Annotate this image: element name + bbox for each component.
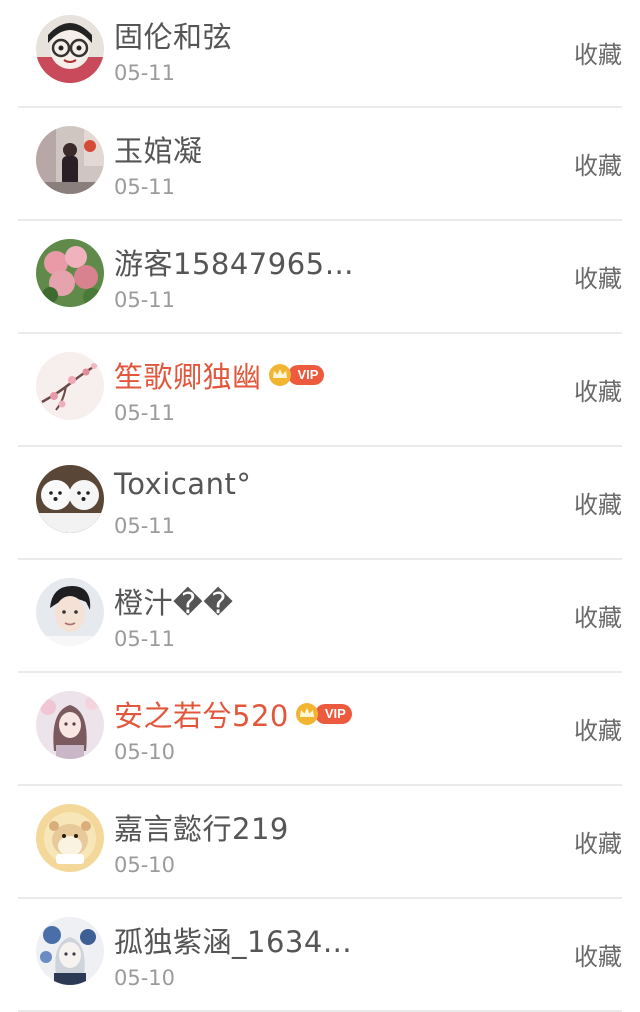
name-line: 橙汁�� xyxy=(114,580,233,622)
favorite-button[interactable]: 收藏 xyxy=(574,35,622,70)
avatar[interactable] xyxy=(36,917,104,985)
date-label: 05-10 xyxy=(114,966,176,990)
user-name[interactable]: 玉婠凝 xyxy=(114,128,203,170)
list-item: 玉婠凝 05-11 收藏 xyxy=(18,108,622,221)
list-item: 游客15847965… 05-11 收藏 xyxy=(18,221,622,334)
list-item: 橙汁�� 05-11 收藏 xyxy=(18,560,622,673)
name-line: 玉婠凝 xyxy=(114,128,203,170)
date-label: 05-11 xyxy=(114,401,176,425)
avatar-white-dogs-icon xyxy=(36,465,104,533)
avatar-hamster-icon xyxy=(36,804,104,872)
list-item: 笙歌卿独幽 VIP 05-11 收藏 xyxy=(18,334,622,447)
name-line: 固伦和弦 xyxy=(114,14,232,56)
list-item: 固伦和弦 05-11 收藏 xyxy=(18,0,622,108)
vip-badge: VIP xyxy=(266,363,325,387)
avatar-anime-flowers-icon xyxy=(36,917,104,985)
avatar-flowers-icon xyxy=(36,239,104,307)
favorite-button[interactable]: 收藏 xyxy=(574,824,622,859)
favorite-button[interactable]: 收藏 xyxy=(574,711,622,746)
avatar-boy-portrait-icon xyxy=(36,578,104,646)
list-item: 嘉言懿行219 05-10 收藏 xyxy=(18,786,622,899)
favorite-button[interactable]: 收藏 xyxy=(574,485,622,520)
user-name[interactable]: 孤独紫涵_1634… xyxy=(114,919,352,961)
avatar[interactable] xyxy=(36,352,104,420)
list-item: 孤独紫涵_1634… 05-10 收藏 xyxy=(18,899,622,1012)
avatar[interactable] xyxy=(36,804,104,872)
avatar[interactable] xyxy=(36,239,104,307)
user-name[interactable]: 嘉言懿行219 xyxy=(114,806,289,848)
avatar[interactable] xyxy=(36,126,104,194)
avatar[interactable] xyxy=(36,691,104,759)
list-item: 安之若兮520 VIP 05-10 收藏 xyxy=(18,673,622,786)
favorite-button[interactable]: 收藏 xyxy=(574,146,622,181)
name-line: 游客15847965… xyxy=(114,241,354,283)
user-name[interactable]: 固伦和弦 xyxy=(114,14,232,56)
favorite-button[interactable]: 收藏 xyxy=(574,598,622,633)
user-name[interactable]: 橙汁�� xyxy=(114,580,233,622)
name-line: 嘉言懿行219 xyxy=(114,806,289,848)
avatar[interactable] xyxy=(36,578,104,646)
user-name[interactable]: Toxicant° xyxy=(114,467,251,501)
name-line: 安之若兮520 VIP xyxy=(114,693,352,735)
avatar-anime-girl-icon xyxy=(36,691,104,759)
date-label: 05-11 xyxy=(114,61,176,85)
date-label: 05-10 xyxy=(114,853,176,877)
crown-icon xyxy=(295,703,318,725)
user-name[interactable]: 游客15847965… xyxy=(114,241,354,283)
name-line: Toxicant° xyxy=(114,467,251,501)
crown-icon xyxy=(268,364,291,386)
favorite-button[interactable]: 收藏 xyxy=(574,372,622,407)
avatar-cartoon-glasses-icon xyxy=(36,15,104,83)
avatar-plum-blossom-icon xyxy=(36,352,104,420)
name-line: 笙歌卿独幽 VIP xyxy=(114,354,325,396)
user-name[interactable]: 安之若兮520 xyxy=(114,693,289,735)
avatar[interactable] xyxy=(36,15,104,83)
avatar[interactable] xyxy=(36,465,104,533)
name-line: 孤独紫涵_1634… xyxy=(114,919,352,961)
date-label: 05-11 xyxy=(114,627,176,651)
date-label: 05-11 xyxy=(114,175,176,199)
date-label: 05-11 xyxy=(114,288,176,312)
list-item: Toxicant° 05-11 收藏 xyxy=(18,447,622,560)
user-name[interactable]: 笙歌卿独幽 xyxy=(114,354,262,396)
date-label: 05-11 xyxy=(114,514,176,538)
user-list: 固伦和弦 05-11 收藏 玉婠凝 05-11 收藏 游客15847965… 0… xyxy=(0,0,640,1012)
vip-badge: VIP xyxy=(293,702,352,726)
date-label: 05-10 xyxy=(114,740,176,764)
favorite-button[interactable]: 收藏 xyxy=(574,259,622,294)
favorite-button[interactable]: 收藏 xyxy=(574,937,622,972)
avatar-street-photo-icon xyxy=(36,126,104,194)
